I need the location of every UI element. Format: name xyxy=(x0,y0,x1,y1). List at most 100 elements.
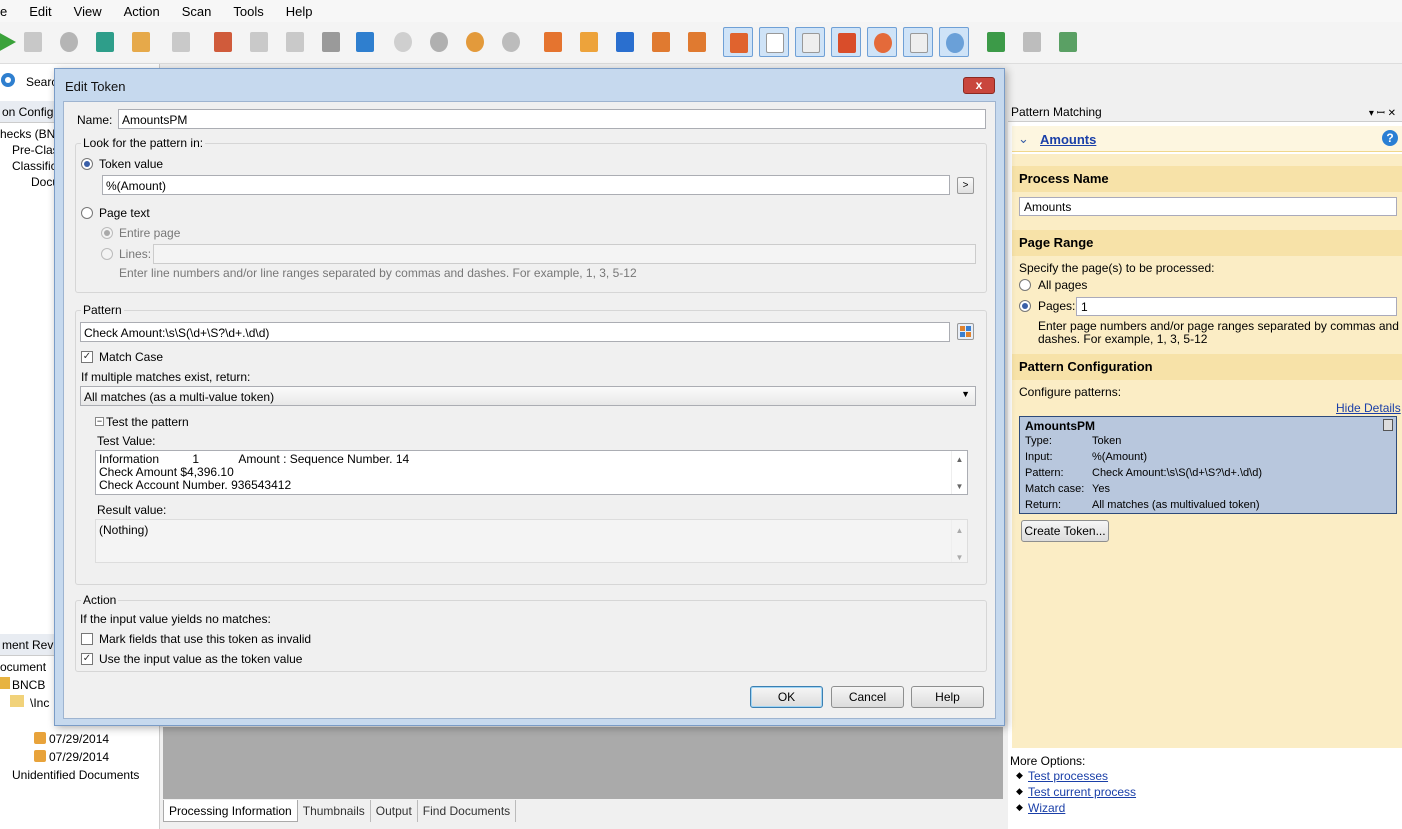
tree-item[interactable]: Unidentified Documents xyxy=(12,768,139,782)
no-match-label: If the input value yields no matches: xyxy=(80,612,271,626)
toolbar xyxy=(0,22,1402,64)
process-icon[interactable] xyxy=(90,27,120,57)
menu-scan[interactable]: Scan xyxy=(182,4,212,19)
tree-item[interactable]: ocument xyxy=(0,660,46,674)
pages-hint: dashes. For example, 1, 3, 5-12 xyxy=(1038,332,1208,346)
help-icon[interactable]: ? xyxy=(1382,130,1398,146)
save-icon[interactable] xyxy=(610,27,640,57)
refresh-icon[interactable] xyxy=(54,27,84,57)
process-name-input[interactable]: Amounts xyxy=(1019,197,1397,216)
token-value-radio[interactable] xyxy=(81,158,93,170)
user-icon[interactable] xyxy=(981,27,1011,57)
menu-help[interactable]: Help xyxy=(286,4,313,19)
all-pages-radio[interactable] xyxy=(1019,279,1031,291)
paste-icon[interactable] xyxy=(280,27,310,57)
pattern-config-title: Pattern Configuration xyxy=(1012,354,1402,380)
pages-radio[interactable] xyxy=(1019,300,1031,312)
ok-button[interactable]: OK xyxy=(750,686,823,708)
lines-radio[interactable] xyxy=(101,248,113,260)
export-icon[interactable] xyxy=(126,27,156,57)
collapse-icon[interactable]: − xyxy=(95,417,104,426)
textarea-scrollbar[interactable]: ▲ ▼ xyxy=(951,520,967,562)
tab-processing-information[interactable]: Processing Information xyxy=(163,800,298,822)
pattern-builder-icon[interactable] xyxy=(957,323,974,340)
test-processes-link[interactable]: Test processes xyxy=(1028,769,1108,783)
bullet-icon: ◆ xyxy=(1016,786,1023,796)
section-title[interactable]: Amounts xyxy=(1040,132,1096,147)
cancel-button[interactable]: Cancel xyxy=(831,686,904,708)
list-icon[interactable] xyxy=(166,27,196,57)
folder-icon[interactable] xyxy=(574,27,604,57)
page-text-radio[interactable] xyxy=(81,207,93,219)
grid-icon[interactable] xyxy=(831,27,861,57)
document-icon[interactable] xyxy=(538,27,568,57)
test-pattern-header[interactable]: Test the pattern xyxy=(106,415,189,429)
dialog-title: Edit Token xyxy=(65,79,126,94)
token-picker-button[interactable]: > xyxy=(957,177,974,194)
tree-item[interactable]: 07/29/2014 xyxy=(49,750,109,764)
stop-icon[interactable] xyxy=(18,27,48,57)
tree-item[interactable]: BNCB xyxy=(12,678,45,692)
pattern-input[interactable]: Check Amount:\s\S(\d+\S?\d+.\d\d) xyxy=(80,322,950,342)
menu-view[interactable]: View xyxy=(74,4,102,19)
move-back-icon[interactable] xyxy=(646,27,676,57)
rotate-right-icon[interactable] xyxy=(424,27,454,57)
move-forward-icon[interactable] xyxy=(682,27,712,57)
token-value-input[interactable]: %(Amount) xyxy=(102,175,950,195)
hide-details-link[interactable]: Hide Details xyxy=(1336,401,1401,415)
lines-label: Lines: xyxy=(119,247,152,261)
chevron-down-icon[interactable]: ⌄ xyxy=(1018,131,1029,147)
panel-title: Pattern Matching xyxy=(1011,105,1102,119)
bullet-icon: ◆ xyxy=(1016,802,1023,812)
test-current-process-link[interactable]: Test current process xyxy=(1028,785,1136,799)
tree-item[interactable]: 07/29/2014 xyxy=(49,732,109,746)
result-value-textarea[interactable]: (Nothing) ▲ ▼ xyxy=(95,519,968,563)
match-case-checkbox[interactable]: ✓ xyxy=(81,351,93,363)
lines-input[interactable] xyxy=(153,244,976,264)
name-input[interactable]: AmountsPM xyxy=(118,109,986,129)
text-view-icon[interactable] xyxy=(903,27,933,57)
tab-output[interactable]: Output xyxy=(371,800,418,822)
textarea-scrollbar[interactable]: ▲ ▼ xyxy=(951,451,967,494)
rotate-left-icon[interactable] xyxy=(388,27,418,57)
tree-item[interactable]: \Inc xyxy=(30,696,49,710)
pattern-detail-card[interactable]: AmountsPM Type: Token Input: %(Amount) Pat… xyxy=(1019,416,1397,514)
copy-icon[interactable] xyxy=(244,27,274,57)
page-list-icon[interactable] xyxy=(795,27,825,57)
copy-icon[interactable] xyxy=(1383,419,1393,431)
multiple-matches-select[interactable]: All matches (as a multi-value token) ▼ xyxy=(80,386,976,406)
delete-icon[interactable] xyxy=(316,27,346,57)
help-button[interactable]: Help xyxy=(911,686,984,708)
wizard-link[interactable]: Wizard xyxy=(1028,801,1065,815)
pin-icon[interactable]: ▾ ꟷ ✕ xyxy=(1369,105,1396,119)
panel-header: Pattern Matching ▾ ꟷ ✕ xyxy=(1008,102,1402,122)
redo-icon[interactable] xyxy=(496,27,526,57)
name-label: Name: xyxy=(77,113,113,127)
remove-icon[interactable] xyxy=(867,27,897,57)
menu-tools[interactable]: Tools xyxy=(233,4,263,19)
use-input-checkbox[interactable]: ✓ xyxy=(81,653,93,665)
pages-input[interactable]: 1 xyxy=(1076,297,1397,316)
look-for-label: Look for the pattern in: xyxy=(81,136,206,150)
detail-row: Type: Token xyxy=(1025,435,1122,447)
mark-invalid-checkbox[interactable] xyxy=(81,633,93,645)
menu-action[interactable]: Action xyxy=(124,4,160,19)
menu-edit[interactable]: Edit xyxy=(29,4,51,19)
user-remove-icon[interactable] xyxy=(1017,27,1047,57)
pages-icon[interactable] xyxy=(723,27,753,57)
text-icon[interactable] xyxy=(350,27,380,57)
pages-hint: Enter page numbers and/or page ranges se… xyxy=(1038,319,1399,333)
close-button[interactable]: x xyxy=(963,77,995,94)
undo-icon[interactable] xyxy=(460,27,490,57)
gear-icon[interactable] xyxy=(0,68,22,92)
menu-file[interactable]: e xyxy=(0,4,7,19)
create-token-button[interactable]: Create Token... xyxy=(1021,520,1109,542)
entire-page-radio[interactable] xyxy=(101,227,113,239)
page-view-icon[interactable] xyxy=(759,27,789,57)
test-value-textarea[interactable]: Information 1 Amount : Sequence Number. … xyxy=(95,450,968,495)
user-group-icon[interactable] xyxy=(1053,27,1083,57)
zoom-icon[interactable] xyxy=(939,27,969,57)
tab-thumbnails[interactable]: Thumbnails xyxy=(298,800,371,822)
tab-find-documents[interactable]: Find Documents xyxy=(418,800,517,822)
cut-icon[interactable] xyxy=(208,27,238,57)
